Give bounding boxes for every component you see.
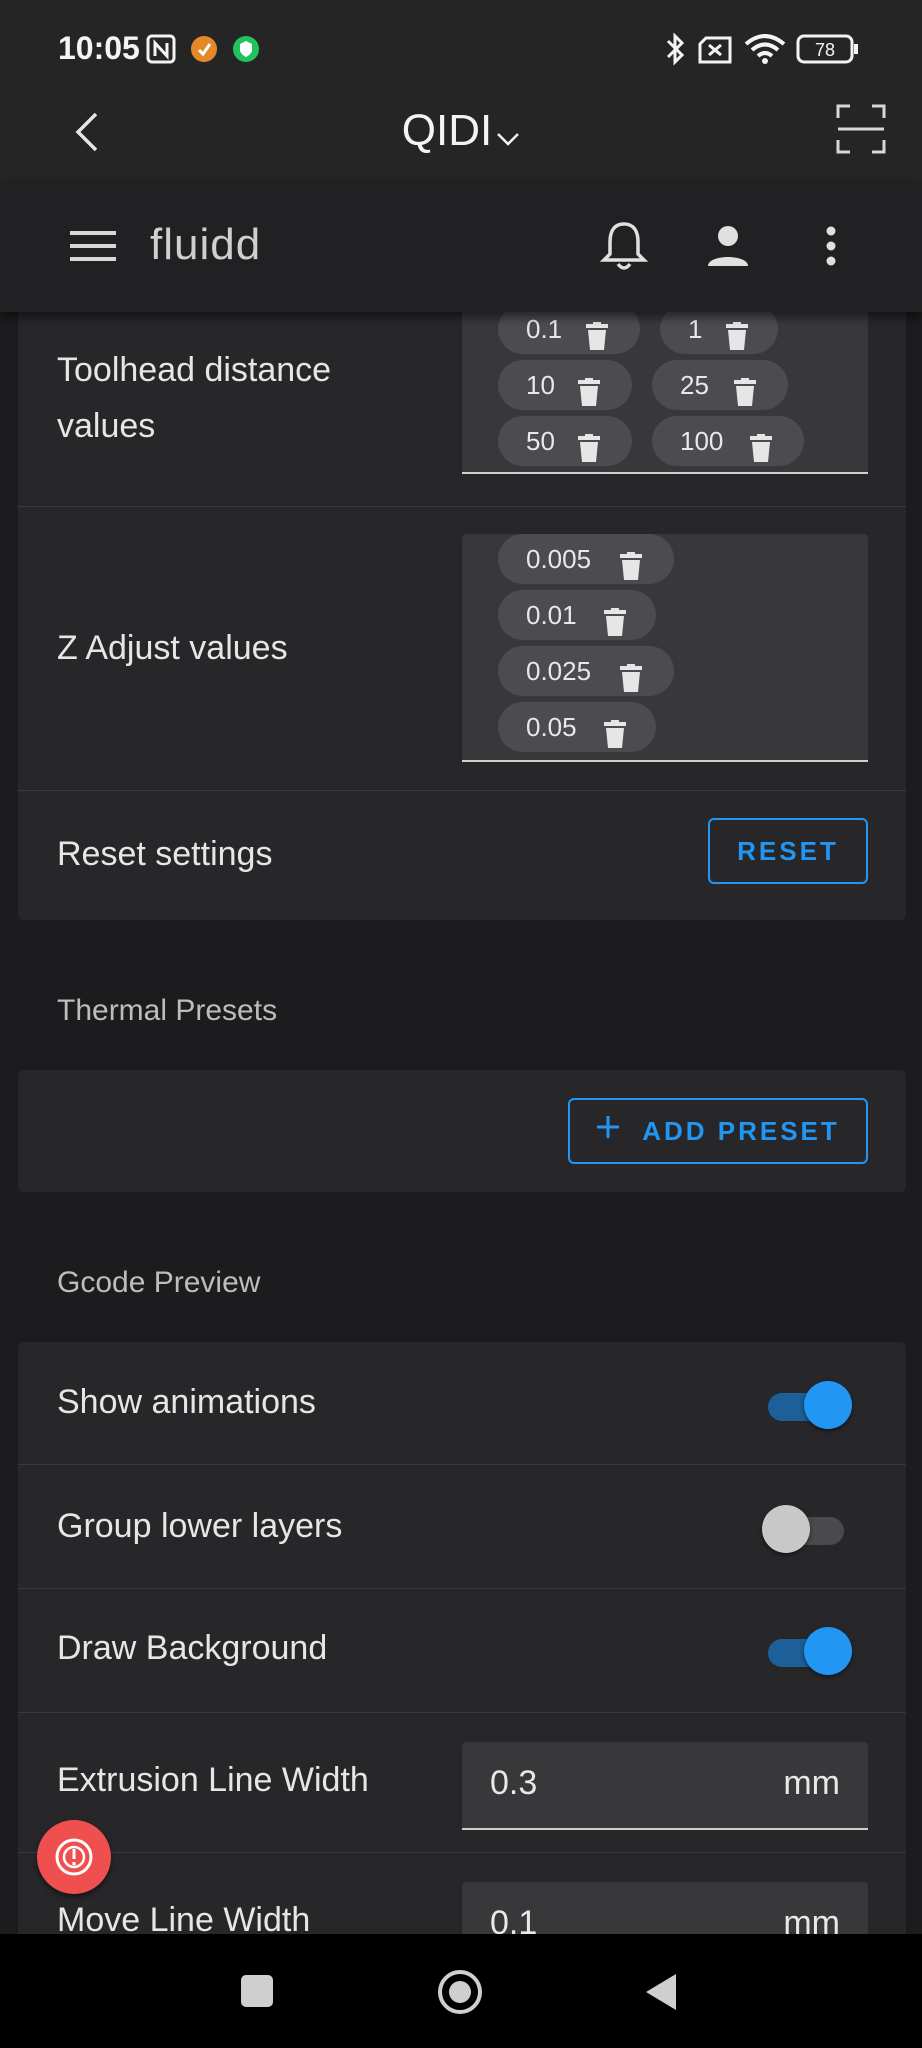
group-lower-layers-toggle[interactable]: [762, 1504, 852, 1554]
more-vert-icon[interactable]: [824, 226, 838, 271]
draw-background-row: Draw Background: [18, 1588, 906, 1713]
app-name: fluidd: [150, 220, 262, 269]
account-icon[interactable]: [706, 224, 750, 273]
chip-toolhead-0: 0.1: [498, 312, 640, 354]
extrusion-line-width-label: Extrusion Line Width: [57, 1761, 369, 1799]
nav-back-icon[interactable]: [644, 1972, 678, 2017]
add-preset-button[interactable]: ADD PRESET: [568, 1098, 868, 1164]
chip-zadjust-2: 0.025: [498, 646, 674, 696]
draw-background-label: Draw Background: [57, 1629, 328, 1667]
chip-toolhead-4: 50: [498, 416, 632, 466]
system-nav-bar: [0, 1934, 922, 2048]
chip-zadjust-1: 0.01: [498, 590, 656, 640]
trash-icon[interactable]: [578, 428, 600, 478]
add-preset-label: ADD PRESET: [642, 1116, 840, 1146]
nav-square-icon[interactable]: [240, 1974, 274, 2013]
settings-content: Toolhead distance values 0.1 1 10 25 50 …: [0, 312, 922, 1934]
group-lower-layers-label: Group lower layers: [57, 1507, 343, 1545]
move-line-width-input[interactable]: 0.1 mm: [462, 1882, 868, 1934]
battery-icon: 78: [796, 34, 860, 69]
scan-icon[interactable]: [836, 104, 886, 159]
draw-background-toggle[interactable]: [762, 1626, 852, 1676]
reset-settings-label: Reset settings: [57, 835, 273, 873]
gcode-preview-title: Gcode Preview: [57, 1266, 261, 1299]
trash-icon[interactable]: [620, 658, 642, 708]
nfc-icon: [146, 34, 176, 69]
chip-zadjust-3: 0.05: [498, 702, 656, 752]
chip-toolhead-2: 10: [498, 360, 632, 410]
show-animations-row: Show animations: [18, 1342, 906, 1465]
status-time: 10:05: [58, 30, 140, 66]
trash-icon[interactable]: [750, 428, 772, 478]
orange-app-icon: [190, 35, 218, 68]
move-line-width-label: Move Line Width: [57, 1901, 311, 1934]
reset-settings-row: Reset settings RESET: [18, 790, 906, 920]
move-line-width-row: Move Line Width 0.1 mm: [18, 1852, 906, 1934]
trash-icon[interactable]: [726, 316, 748, 366]
toolhead-distance-values-input[interactable]: 0.1 1 10 25 50 100: [462, 312, 868, 474]
thermal-presets-card: ADD PRESET: [18, 1070, 906, 1192]
thermal-presets-title: Thermal Presets: [57, 994, 278, 1027]
extrusion-line-width-row: Extrusion Line Width 0.3 mm: [18, 1712, 906, 1853]
menu-icon[interactable]: [70, 230, 116, 267]
bell-icon[interactable]: [599, 220, 649, 277]
bluetooth-icon: [664, 32, 688, 71]
alert-icon: [54, 1837, 94, 1882]
trash-icon[interactable]: [734, 372, 756, 422]
app-bar: QIDI: [0, 84, 922, 180]
trash-icon[interactable]: [586, 316, 608, 366]
group-lower-layers-row: Group lower layers: [18, 1464, 906, 1589]
trash-icon[interactable]: [604, 714, 626, 764]
trash-icon[interactable]: [604, 602, 626, 652]
green-shield-icon: [232, 35, 260, 68]
trash-icon[interactable]: [578, 372, 600, 422]
extrusion-line-width-unit: mm: [783, 1764, 840, 1802]
z-adjust-row: Z Adjust values 0.005 0.01 0.025 0.05: [18, 506, 906, 791]
show-animations-label: Show animations: [57, 1383, 316, 1421]
chip-zadjust-0: 0.005: [498, 534, 674, 584]
trash-icon[interactable]: [620, 546, 642, 596]
nav-home-icon[interactable]: [436, 1968, 484, 2021]
toolhead-distance-label: Toolhead distance values: [57, 351, 332, 445]
toolhead-distance-row: Toolhead distance values 0.1 1 10 25 50 …: [18, 312, 906, 507]
move-line-width-unit: mm: [783, 1904, 840, 1934]
fluidd-toolbar: fluidd: [0, 180, 922, 312]
emergency-stop-button[interactable]: [37, 1820, 111, 1894]
battery-level: 78: [815, 40, 835, 60]
sim-off-icon: [698, 36, 732, 69]
gcode-preview-card: Show animations Group lower layers Draw …: [18, 1342, 906, 1934]
wifi-icon: [744, 34, 786, 69]
chip-toolhead-3: 25: [652, 360, 788, 410]
extrusion-line-width-input[interactable]: 0.3 mm: [462, 1742, 868, 1830]
plus-icon: [596, 1099, 620, 1161]
chip-toolhead-1: 1: [660, 312, 778, 354]
reset-button[interactable]: RESET: [708, 818, 868, 884]
show-animations-toggle[interactable]: [762, 1380, 852, 1430]
toolhead-settings-card: Toolhead distance values 0.1 1 10 25 50 …: [18, 312, 906, 920]
status-bar: 10:05 78: [0, 0, 922, 84]
chevron-down-icon: [496, 108, 520, 158]
move-line-width-value: 0.1: [490, 1904, 538, 1934]
z-adjust-label: Z Adjust values: [57, 629, 288, 667]
printer-name: QIDI: [401, 106, 493, 155]
extrusion-line-width-value: 0.3: [490, 1764, 538, 1802]
chip-toolhead-5: 100: [652, 416, 804, 466]
z-adjust-values-input[interactable]: 0.005 0.01 0.025 0.05: [462, 534, 868, 762]
printer-title[interactable]: QIDI: [0, 106, 922, 158]
